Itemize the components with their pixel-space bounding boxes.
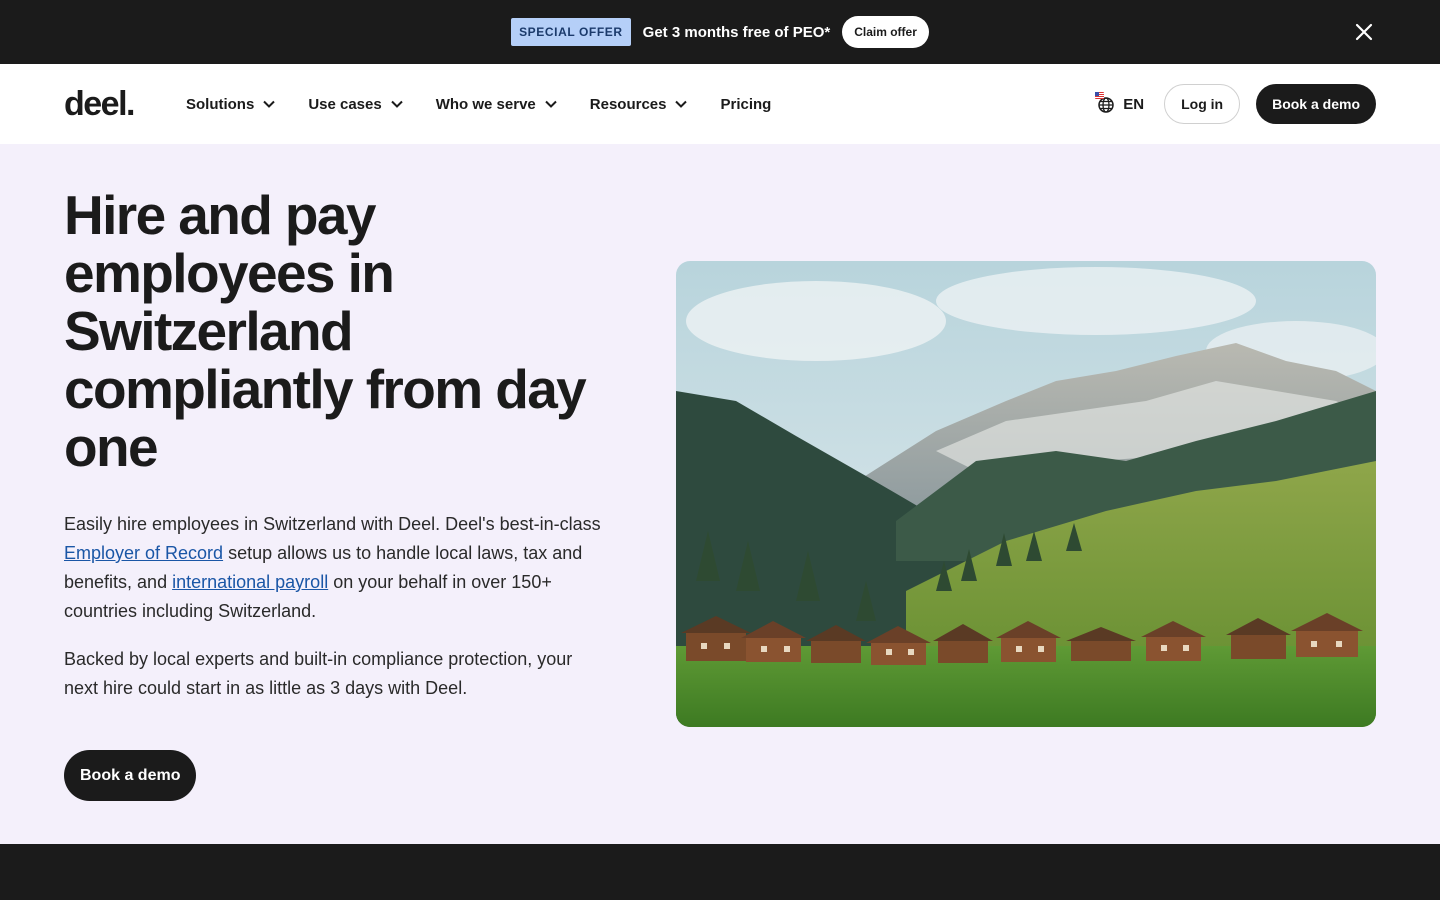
hero-description: Easily hire employees in Switzerland wit…: [64, 510, 609, 626]
nav-item-label: Solutions: [185, 95, 255, 113]
chevron-down-icon: [263, 100, 276, 108]
book-demo-nav-button[interactable]: Book a demo: [1256, 84, 1376, 124]
language-label: EN: [1123, 95, 1145, 113]
main-nav: deel. Solutions Use cases Who we serve R…: [0, 64, 1440, 144]
promo-text: Get 3 months free of PEO*: [642, 23, 831, 41]
special-offer-badge: SPECIAL OFFER: [511, 18, 631, 46]
employer-of-record-link[interactable]: Employer of Record: [64, 543, 223, 563]
promo-content: SPECIAL OFFER Get 3 months free of PEO* …: [511, 16, 929, 48]
claim-offer-button[interactable]: Claim offer: [842, 16, 929, 48]
hero-image-switzerland: [676, 261, 1376, 727]
chevron-down-icon: [545, 100, 557, 108]
nav-item-label: Use cases: [308, 95, 382, 113]
nav-item-label: Resources: [589, 95, 667, 113]
nav-item-pricing[interactable]: Pricing: [720, 96, 771, 113]
nav-item-resources[interactable]: Resources: [590, 96, 689, 113]
nav-item-who-we-serve[interactable]: Who we serve: [436, 96, 558, 113]
us-flag-icon: [1095, 92, 1105, 99]
globe-icon: [1095, 92, 1115, 114]
chevron-down-icon: [391, 100, 403, 108]
nav-item-label: Pricing: [720, 95, 772, 113]
nav-menu: Solutions Use cases Who we serve Resourc…: [186, 96, 771, 113]
chevron-down-icon: [675, 100, 688, 108]
hero-title: Hire and pay employees in Switzerland co…: [64, 184, 587, 478]
nav-item-use-cases[interactable]: Use cases: [308, 96, 403, 113]
deel-logo[interactable]: deel.: [64, 87, 135, 121]
international-payroll-link[interactable]: international payroll: [172, 572, 328, 592]
hero-secondary-text: Backed by local experts and built-in com…: [64, 649, 573, 698]
language-selector[interactable]: EN: [1095, 92, 1145, 114]
nav-actions: EN Log in Book a demo: [1095, 84, 1376, 124]
nav-item-solutions[interactable]: Solutions: [186, 96, 276, 113]
hero-text-1: Easily hire employees in Switzerland wit…: [64, 514, 601, 534]
nav-item-label: Who we serve: [435, 95, 536, 113]
next-section-band: [0, 844, 1440, 900]
login-button[interactable]: Log in: [1164, 84, 1241, 124]
close-icon[interactable]: [1352, 20, 1376, 44]
book-demo-hero-button[interactable]: Book a demo: [64, 750, 197, 801]
promo-banner: SPECIAL OFFER Get 3 months free of PEO* …: [0, 0, 1440, 64]
